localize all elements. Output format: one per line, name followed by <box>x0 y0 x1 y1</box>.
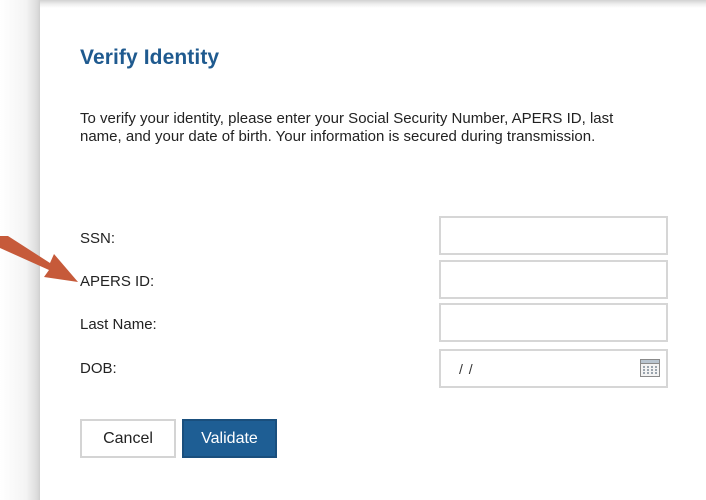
arrow-icon <box>0 236 78 282</box>
ssn-label: SSN: <box>80 230 116 247</box>
ssn-input[interactable] <box>439 216 668 255</box>
last-name-input[interactable] <box>439 303 668 342</box>
cancel-button[interactable]: Cancel <box>80 419 176 458</box>
page: Verify Identity To verify your identity,… <box>0 0 706 500</box>
dob-input[interactable] <box>441 351 631 386</box>
calendar-icon[interactable] <box>640 359 660 377</box>
intro-text: To verify your identity, please enter yo… <box>80 110 614 145</box>
dob-field[interactable] <box>439 349 668 388</box>
apers-id-label: APERS ID: <box>80 273 155 290</box>
apers-id-input[interactable] <box>439 260 668 299</box>
page-title: Verify Identity <box>80 46 220 69</box>
validate-button[interactable]: Validate <box>182 419 277 458</box>
top-shadow <box>40 0 706 8</box>
last-name-label: Last Name: <box>80 316 157 333</box>
dob-label: DOB: <box>80 360 117 377</box>
